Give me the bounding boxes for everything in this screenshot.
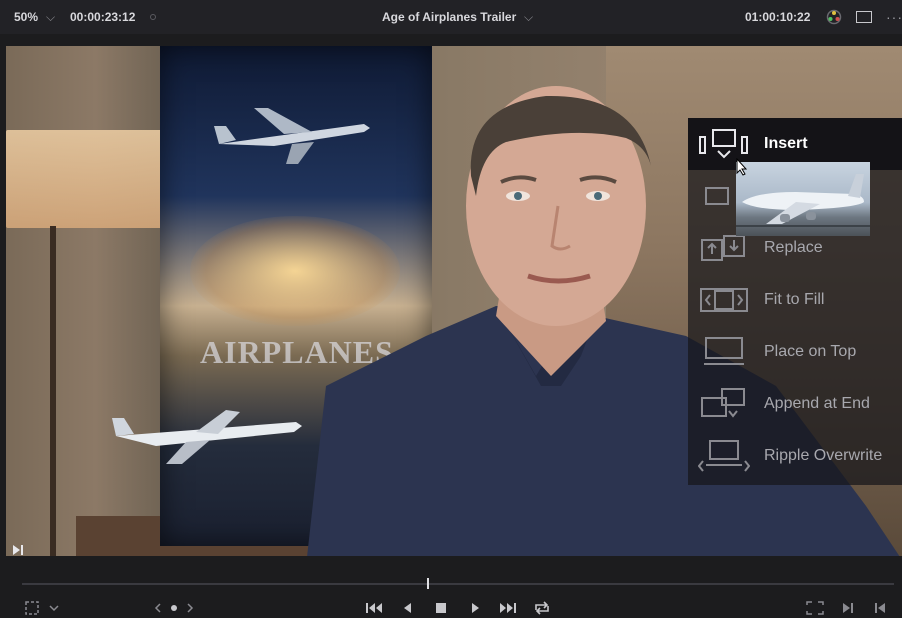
zoom-level-dropdown[interactable]: 50%: [14, 0, 38, 34]
play-icon[interactable]: [468, 600, 484, 618]
indicator-dot-icon: [150, 14, 156, 20]
dragged-clip-thumbnail[interactable]: [736, 162, 870, 236]
insert-icon: [699, 129, 748, 159]
in-point-marker-icon[interactable]: [12, 544, 24, 556]
viewer-mode-icon[interactable]: [856, 11, 872, 23]
next-edit-icon[interactable]: [840, 600, 856, 618]
record-timecode[interactable]: 01:00:10:22: [745, 0, 810, 34]
transport-bar: [0, 556, 902, 616]
playhead-marker[interactable]: [426, 578, 429, 589]
title-chevron-down-icon[interactable]: ⌵: [524, 0, 533, 34]
menu-item-fit-to-fill[interactable]: Fit to Fill: [688, 274, 902, 326]
lamp-pole: [50, 226, 56, 556]
fit-to-fill-icon: [700, 288, 748, 312]
menu-item-place-on-top[interactable]: Place on Top: [688, 326, 902, 378]
menu-item-label: Place on Top: [764, 343, 857, 360]
menu-item-ripple-overwrite[interactable]: Ripple Overwrite: [688, 430, 902, 482]
go-to-end-icon[interactable]: [498, 600, 518, 618]
source-timecode[interactable]: 00:00:23:12: [70, 0, 135, 34]
go-to-start-icon[interactable]: [364, 600, 384, 618]
clip-title[interactable]: Age of Airplanes Trailer: [382, 0, 516, 34]
last-frame-icon[interactable]: [872, 600, 888, 618]
scrubber-track[interactable]: [22, 583, 894, 585]
zoom-chevron-down-icon[interactable]: ⌵: [46, 0, 55, 34]
model-airplane-image: [112, 410, 302, 464]
viewer-header: 50% ⌵ 00:00:23:12 Age of Airplanes Trail…: [0, 0, 902, 34]
jog-control-icon[interactable]: [154, 600, 194, 618]
append-at-end-icon: [701, 388, 745, 418]
menu-item-label: Fit to Fill: [764, 291, 825, 308]
menu-item-label: Ripple Overwrite: [764, 447, 883, 464]
more-options-icon[interactable]: ···: [886, 4, 902, 30]
menu-item-label: Append at End: [764, 395, 870, 412]
play-reverse-icon[interactable]: [400, 600, 416, 618]
mouse-cursor-icon: [736, 158, 748, 176]
stop-icon[interactable]: [434, 600, 450, 618]
menu-item-append-at-end[interactable]: Append at End: [688, 378, 902, 430]
color-scope-icon[interactable]: [826, 9, 842, 25]
loop-icon[interactable]: [532, 600, 552, 618]
ripple-overwrite-icon: [698, 440, 750, 472]
crop-icon[interactable]: [24, 600, 64, 618]
airliner-image: [736, 174, 870, 227]
place-on-top-icon: [704, 337, 744, 365]
match-frame-icon[interactable]: [804, 600, 826, 618]
